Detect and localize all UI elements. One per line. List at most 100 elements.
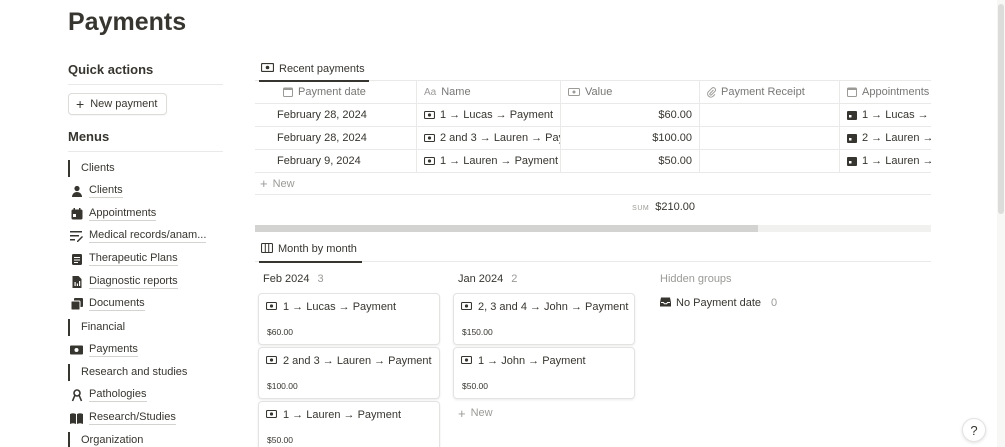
menu-item-therapeutic-plans[interactable]: Therapeutic Plans	[68, 248, 223, 271]
menu-heading-clients: Clients	[68, 160, 223, 177]
calendar-icon	[847, 156, 857, 166]
table-row[interactable]: February 9, 2024 1 → Lauren → Payment $5…	[255, 150, 931, 173]
appointment-cell[interactable]: 1 → Lucas → Appointment	[840, 104, 931, 126]
board-column-feb-2024: Feb 2024 3 1 → Lucas → Payment $60.00 2 …	[258, 268, 440, 447]
column-header-name[interactable]: Aa Name	[417, 81, 561, 103]
table-header-row: Payment date Aa Name Value Payment Recei…	[255, 81, 931, 104]
receipt-cell[interactable]	[700, 127, 840, 149]
board-card[interactable]: 2, 3 and 4 → John → Payment $150.00	[453, 293, 635, 345]
tab-month-by-month[interactable]: Month by month	[259, 236, 362, 263]
documents-icon	[70, 298, 83, 311]
card-title: 1 → Lauren → Payment	[283, 409, 402, 421]
menu-heading-research: Research and studies	[68, 364, 223, 382]
payment-date-cell[interactable]: February 9, 2024	[255, 150, 417, 172]
group-count: 3	[317, 273, 324, 285]
inbox-icon	[660, 297, 671, 310]
appointment-cell[interactable]: 1 → Lauren → Appointment	[840, 150, 931, 172]
menu-item-pathologies[interactable]: Pathologies	[68, 384, 223, 407]
plus-icon: +	[458, 405, 466, 421]
money-icon	[424, 134, 435, 142]
menu-item-payments[interactable]: Payments	[68, 339, 223, 362]
menu-heading-organization: Organization	[68, 432, 223, 447]
value-cell[interactable]: $100.00	[561, 127, 700, 149]
payment-date-cell[interactable]: February 28, 2024	[255, 127, 417, 149]
money-icon	[265, 301, 278, 313]
new-payment-button[interactable]: + New payment	[68, 93, 168, 115]
hidden-groups: Hidden groups No Payment date 0	[660, 268, 860, 314]
board-group-header[interactable]: Jan 2024 2	[453, 268, 635, 290]
hidden-group-no-payment-date[interactable]: No Payment date 0	[660, 292, 860, 314]
column-header-appointments[interactable]: Appointments	[840, 81, 931, 103]
scrollbar-thumb[interactable]	[998, 4, 1004, 214]
table-calculation-row: SUM $210.00	[255, 195, 931, 219]
board-card[interactable]: 1 → Lauren → Payment $50.00	[258, 401, 440, 447]
calendar-icon	[70, 207, 83, 220]
card-value: $50.00	[462, 381, 488, 391]
horizontal-scrollbar[interactable]	[255, 225, 931, 232]
value-cell[interactable]: $50.00	[561, 150, 700, 172]
money-icon	[568, 88, 580, 96]
report-icon	[70, 275, 83, 288]
calendar-icon	[283, 87, 293, 97]
menu-item-medical-records[interactable]: Medical records/anam...	[68, 225, 223, 248]
card-title: 2, 3 and 4 → John → Payment	[478, 301, 629, 313]
payments-table: Payment date Aa Name Value Payment Recei…	[255, 81, 931, 219]
card-title: 2 and 3 → Lauren → Payment	[283, 355, 432, 367]
paperclip-icon	[707, 86, 716, 98]
menu-item-research-studies[interactable]: Research/Studies	[68, 407, 223, 430]
receipt-cell[interactable]	[700, 150, 840, 172]
tab-recent-payments[interactable]: Recent payments	[259, 56, 369, 82]
board-card[interactable]: 1 → John → Payment $50.00	[453, 347, 635, 399]
menu-item-clients[interactable]: Clients	[68, 180, 223, 203]
receipt-cell[interactable]	[700, 104, 840, 126]
value-cell[interactable]: $60.00	[561, 104, 700, 126]
page-title: Payments	[68, 8, 187, 36]
plus-icon: +	[260, 176, 268, 191]
board-card[interactable]: 1 → Lucas → Payment $60.00	[258, 293, 440, 345]
hidden-groups-label: Hidden groups	[660, 273, 732, 285]
notes-icon	[70, 230, 83, 243]
money-icon	[260, 62, 275, 75]
payment-date-cell[interactable]: February 28, 2024	[255, 104, 417, 126]
vertical-scrollbar[interactable]	[997, 0, 1005, 447]
board-group-header[interactable]: Feb 2024 3	[258, 268, 440, 290]
money-icon	[460, 301, 473, 313]
board-card[interactable]: 2 and 3 → Lauren → Payment $100.00	[258, 347, 440, 399]
column-header-value[interactable]: Value	[561, 81, 700, 103]
clipboard-icon	[70, 253, 83, 266]
sum-value: $210.00	[655, 201, 695, 213]
menu-item-diagnostic-reports[interactable]: Diagnostic reports	[68, 270, 223, 293]
name-cell[interactable]: 1 → Lauren → Payment	[417, 150, 561, 172]
board-new-card-button[interactable]: + New	[453, 401, 635, 425]
name-cell[interactable]: 2 and 3 → Lauren → Payment	[417, 127, 561, 149]
menu-item-documents[interactable]: Documents	[68, 293, 223, 316]
calendar-icon	[847, 133, 857, 143]
help-button[interactable]: ?	[962, 418, 986, 442]
card-value: $60.00	[267, 327, 293, 337]
calendar-icon	[847, 87, 857, 97]
name-cell[interactable]: 1 → Lucas → Payment	[417, 104, 561, 126]
table-row[interactable]: February 28, 2024 1 → Lucas → Payment $6…	[255, 104, 931, 127]
board-icon	[260, 242, 274, 256]
scrollbar-thumb[interactable]	[255, 225, 758, 232]
group-count: 2	[511, 273, 518, 285]
table-view-tabbar: Recent payments	[255, 56, 931, 82]
ribbon-icon	[70, 389, 83, 402]
column-header-payment-date[interactable]: Payment date	[255, 81, 417, 103]
book-icon	[70, 412, 83, 425]
value-sum[interactable]: SUM $210.00	[632, 201, 695, 213]
column-header-payment-receipt[interactable]: Payment Receipt	[700, 81, 840, 103]
table-new-row-button[interactable]: + New	[255, 173, 931, 195]
appointment-cell[interactable]: 2 → Lauren → Appointment	[840, 127, 931, 149]
sum-label: SUM	[632, 205, 650, 212]
menu-item-appointments[interactable]: Appointments	[68, 203, 223, 226]
money-icon	[265, 409, 278, 421]
money-icon	[424, 111, 435, 119]
menu-list: Clients Clients Appointments Medical rec…	[68, 160, 223, 447]
text-type-icon: Aa	[424, 86, 437, 98]
card-value: $100.00	[267, 381, 298, 391]
table-row[interactable]: February 28, 2024 2 and 3 → Lauren → Pay…	[255, 127, 931, 150]
card-title: 1 → Lucas → Payment	[283, 301, 397, 313]
plus-icon: +	[76, 96, 85, 112]
menus-heading: Menus	[68, 129, 223, 152]
